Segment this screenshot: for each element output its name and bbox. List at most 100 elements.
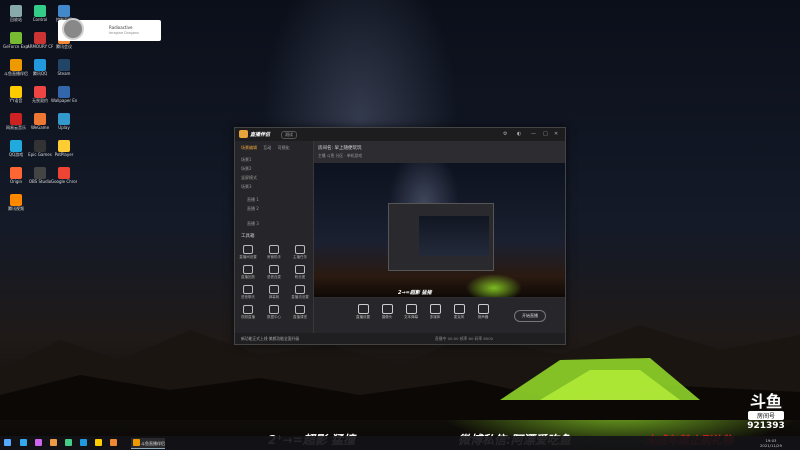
tool-button[interactable]: 粉丝团 [290, 265, 310, 280]
skin-icon[interactable]: ◐ [517, 131, 521, 137]
source-item[interactable]: 直播 1 [247, 197, 259, 203]
scene-item[interactable]: 场景1 [241, 157, 252, 163]
nested-window-preview [388, 203, 494, 271]
tool-label: 直播课堂 [293, 315, 307, 319]
desktop-icon[interactable]: 无畏契约 [28, 86, 52, 103]
desktop-icon[interactable]: Wallpaper Engine [51, 86, 77, 103]
tool-button[interactable]: 房管助手 [264, 245, 284, 260]
scene-item[interactable]: 场景2 [241, 166, 252, 172]
tool-button[interactable]: 直播回放 [238, 265, 258, 280]
tool-icon [243, 245, 253, 254]
control-button[interactable]: 直播设置 [352, 304, 374, 320]
desktop-icon[interactable]: QQ游戏 [4, 140, 28, 157]
tool-button[interactable]: 直播课堂 [290, 305, 310, 320]
tool-button[interactable]: 弹幕姬 [264, 285, 284, 300]
desktop-icon-label: Epic Games [28, 152, 52, 157]
app-icon [34, 86, 46, 98]
album-art-icon [62, 18, 84, 40]
desktop-icon[interactable]: GeForce Experience [3, 32, 29, 49]
control-button[interactable]: 文本弹幕 [400, 304, 422, 320]
desktop-icon[interactable]: 斗鱼直播伴侣 [4, 59, 28, 76]
desktop-icon[interactable]: 回收站 [4, 5, 28, 22]
minimize-icon[interactable]: — [531, 131, 536, 137]
control-bar: 直播设置 摄像头 文本弹幕 多媒体 麦克风 扬声器 开始直播 [314, 298, 565, 333]
desktop-icon-label: YY语音 [9, 98, 23, 103]
desktop-icon[interactable]: OBS Studio [28, 167, 52, 184]
douyu-icon [133, 439, 140, 446]
desktop-icon-label: 腾讯会议 [56, 44, 72, 49]
pinned-app-icon[interactable] [65, 439, 72, 446]
tool-button[interactable]: 语音聊天 [238, 285, 258, 300]
pinned-app-icon[interactable] [35, 439, 42, 446]
notification-title: Radioactive [109, 25, 133, 30]
desktop-icon[interactable]: Uplay [52, 113, 76, 130]
app-icon [10, 167, 22, 179]
control-icon [381, 304, 393, 314]
control-icon [453, 304, 465, 314]
scene-item[interactable]: 场景3 [241, 184, 252, 190]
tool-button[interactable]: 直播间设置 [238, 245, 258, 260]
tool-button[interactable]: 直播流设置 [290, 285, 310, 300]
desktop-icon[interactable]: Epic Games [28, 140, 52, 157]
start-live-button[interactable]: 开始直播 [514, 310, 546, 322]
tool-icon [295, 285, 305, 294]
tool-icon [269, 305, 279, 314]
control-button[interactable]: 麦克风 [448, 304, 470, 320]
settings-icon[interactable]: ⚙ [503, 131, 507, 137]
live-streaming-app-window[interactable]: 直播伴侣 测试 ⚙ ◐ — □ ✕ 场景编辑 互动 可视化 场景1 场景2 竖屏… [234, 127, 566, 345]
control-button[interactable]: 扬声器 [472, 304, 494, 320]
desktop-icon-label: 回收站 [10, 17, 22, 22]
app-icon [34, 32, 46, 44]
maximize-icon[interactable]: □ [543, 131, 548, 137]
source-item[interactable]: 直播 3 [247, 221, 259, 227]
desktop-icon-label: WeGame [30, 125, 50, 130]
taskbar-app-douyu[interactable]: 斗鱼直播伴侣 [131, 438, 165, 449]
room-number: 921393 [747, 421, 785, 431]
stream-preview[interactable]: 2→=超影 猛猪 [314, 163, 565, 297]
desktop-icon[interactable]: Google Chrome [51, 167, 77, 184]
desktop-icon[interactable]: 网易云音乐 [4, 113, 28, 130]
app-icon [10, 113, 22, 125]
tool-button[interactable]: 主播任务 [290, 245, 310, 260]
close-icon[interactable]: ✕ [554, 131, 558, 137]
tab-scene-edit[interactable]: 场景编辑 [241, 145, 257, 150]
tool-button[interactable]: 数据中心 [264, 305, 284, 320]
music-notification[interactable]: Radioactive Imagine Dragons [58, 18, 161, 41]
desktop-icon[interactable]: Steam [52, 59, 76, 76]
pinned-app-icon[interactable] [110, 439, 117, 446]
system-clock[interactable]: 19:03 2021/11/29 [760, 438, 782, 448]
tool-button[interactable]: 视频直播 [238, 305, 258, 320]
desktop-icon[interactable]: Origin [4, 167, 28, 184]
control-button[interactable]: 摄像头 [376, 304, 398, 320]
app-icon [34, 167, 46, 179]
app-icon [10, 140, 22, 152]
desktop-icon[interactable]: Control [28, 5, 52, 22]
desktop-icon[interactable]: 腾讯QQ [28, 59, 52, 76]
start-icon[interactable] [4, 439, 11, 446]
desktop-icon[interactable]: WeGame [28, 113, 52, 130]
pinned-app-icon[interactable] [20, 439, 27, 446]
tool-button[interactable]: 语音连麦 [264, 265, 284, 280]
pinned-app-icon[interactable] [50, 439, 57, 446]
source-item[interactable]: 直播 2 [247, 206, 259, 212]
tool-label: 视频直播 [241, 315, 255, 319]
app-icon [10, 32, 22, 44]
tool-icon [243, 305, 253, 314]
tab-interact[interactable]: 互动 [263, 145, 271, 150]
app-logo-icon [239, 130, 248, 138]
desktop-icon[interactable]: PotPlayer [52, 140, 76, 157]
app-titlebar[interactable]: 直播伴侣 测试 ⚙ ◐ — □ ✕ [235, 128, 565, 141]
room-title[interactable]: 房间名: 早上随便玩玩 [318, 145, 361, 151]
control-label: 摄像头 [381, 315, 393, 319]
desktop-icon[interactable]: 腾讯视频 [4, 194, 28, 211]
control-button[interactable]: 多媒体 [424, 304, 446, 320]
desktop-icon[interactable]: ARMOURY CRATE [27, 32, 53, 49]
tab-visual[interactable]: 可视化 [278, 145, 290, 150]
pinned-app-icon[interactable] [95, 439, 102, 446]
pinned-app-icon[interactable] [80, 439, 87, 446]
taskbar: 斗鱼直播伴侣 19:03 2021/11/29 [0, 436, 800, 450]
app-icon [58, 140, 70, 152]
scene-item[interactable]: 竖屏模式 [241, 175, 257, 181]
app-icon [58, 59, 70, 71]
desktop-icon[interactable]: YY语音 [4, 86, 28, 103]
